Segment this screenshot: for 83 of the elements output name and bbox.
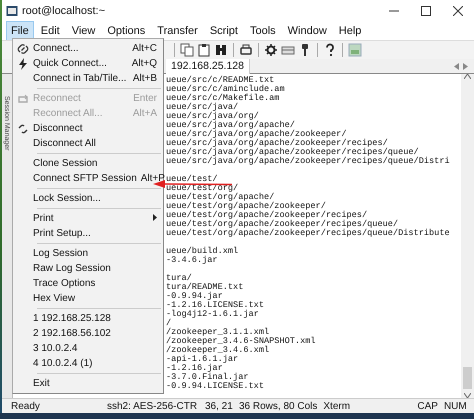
paste-icon[interactable] — [197, 43, 211, 57]
menu-item[interactable]: Help — [334, 20, 366, 42]
status-text: Ready — [10, 400, 41, 414]
close-icon[interactable] — [453, 6, 463, 16]
menu-item[interactable]: Options — [102, 20, 150, 42]
terminal-line: ueue/src/c/Makefile.am — [166, 94, 280, 103]
scrollbar-thumb[interactable] — [463, 367, 472, 389]
scroll-down-icon[interactable] — [464, 393, 471, 398]
terminal-line: ueue/src/java/org/apache/ — [166, 121, 295, 130]
menu-option[interactable]: 3 10.0.2.4 — [13, 341, 163, 356]
terminal-line: /zookeeper_3.4.6-SNAPSHOT.xml — [166, 337, 316, 346]
broken-link-icon — [17, 122, 29, 134]
menu-option[interactable]: 1 192.168.25.128 — [13, 311, 163, 326]
terminal-line: ueue/test/org/apache/ — [166, 193, 274, 202]
copy-icon[interactable] — [180, 43, 194, 57]
status-text: 36 Rows, 80 Cols — [238, 400, 318, 414]
terminal-line: /zookeeper_3.1.1.xml — [166, 328, 270, 337]
menu-option[interactable]: 4 10.0.2.4 (1) — [13, 356, 163, 371]
app-icon — [6, 5, 18, 17]
terminal-line: ueue/test/org/apache/zookeeper/ — [166, 202, 326, 211]
terminal-line: -0.9.94.LICENSE.txt — [166, 382, 264, 391]
menu-item[interactable]: Window — [282, 20, 332, 42]
terminal-line: ueue/test/org/apache/zookeeper/recipes/queue/Distribute — [166, 229, 450, 238]
maximize-icon[interactable] — [421, 6, 431, 16]
terminal-line: ueue/src/java/org/apache/zookeeper/recipes/queue/Distri — [166, 157, 450, 166]
menu-option[interactable]: Hex View — [13, 291, 163, 306]
terminal-line: tura/ — [166, 274, 192, 283]
terminal-line: ueue/test/ — [166, 175, 218, 184]
menu-option[interactable]: Log Session — [13, 246, 163, 261]
terminal-line: ueue/test/org/ — [166, 184, 238, 193]
terminal-line: -1.2.16.LICENSE.txt — [166, 301, 264, 310]
menu-option[interactable]: 2 192.168.56.102 — [13, 326, 163, 341]
window-title: root@localhost:~ — [22, 4, 106, 19]
terminal-line: ueue/test/org/apache/zookeeper/recipes/ — [166, 211, 368, 220]
menu-option[interactable]: Exit — [13, 376, 163, 391]
terminal-line: tura/README.txt — [166, 283, 244, 292]
terminal-line: -3.7.0.Final.jar — [166, 373, 249, 382]
menu-item[interactable]: Transfer — [152, 20, 203, 42]
terminal-line: ueue/src/c/aminclude.am — [166, 85, 285, 94]
terminal-line: ueue/src/c/README.txt — [166, 76, 274, 85]
terminal-line: ueue/src/java/org/ — [166, 112, 259, 121]
terminal-line: ueue/src/java/org/apache/zookeeper/recipes/queue/ — [166, 148, 419, 157]
scroll-left-icon[interactable] — [454, 62, 459, 70]
menu-option[interactable]: Trace Options — [13, 276, 163, 291]
terminal-line: -log4j12-1.6.1.jar — [166, 310, 259, 319]
menu-item[interactable]: View — [66, 20, 100, 42]
menu-item[interactable]: Script — [204, 20, 243, 42]
menu-option[interactable]: Lock Session... — [13, 191, 163, 206]
print-icon[interactable] — [239, 43, 253, 57]
menu-option[interactable]: Connect in Tab/Tile... Alt+B — [13, 71, 163, 86]
status-text: ssh2: AES-256-CTR — [106, 400, 198, 414]
menu-item[interactable]: Edit — [36, 20, 65, 42]
status-text: 36, 21 — [204, 400, 234, 414]
scroll-up-icon[interactable] — [464, 74, 471, 79]
menu-item[interactable]: Tools — [244, 20, 281, 42]
settings-icon[interactable] — [264, 43, 278, 57]
menu-option[interactable]: Quick Connect... Alt+Q — [13, 56, 163, 71]
terminal-line: ueue/build.xml — [166, 247, 238, 256]
menu-option[interactable]: Disconnect — [13, 121, 163, 136]
terminal-line: / — [166, 319, 172, 328]
menu-option[interactable]: Print — [13, 211, 163, 226]
menu-option[interactable]: Connect SFTP Session Alt+P — [13, 171, 163, 186]
scroll-right-icon[interactable] — [463, 62, 468, 70]
menu-option[interactable]: Print Setup... — [13, 226, 163, 241]
help-icon[interactable] — [323, 43, 337, 57]
terminal-line: -0.9.94.jar — [166, 292, 223, 301]
session-tab[interactable]: 192.168.25.128 — [166, 58, 250, 74]
terminal-line: ueue/test/org/apache/zookeeper/recipes/queue/ — [166, 220, 398, 229]
terminal-line: ueue/src/java/org/apache/zookeeper/ — [166, 130, 346, 139]
menu-option[interactable]: Raw Log Session — [13, 261, 163, 276]
terminal-line: /zookeeper_3.4.6.xml — [166, 346, 270, 355]
terminal-line: -1.2.16.jar — [166, 364, 223, 373]
menu-option[interactable]: Clone Session — [13, 156, 163, 171]
terminal-line: ueue/src/java/org/apache/zookeeper/recipes/ — [166, 139, 388, 148]
terminal-line: -3.4.6.jar — [166, 256, 218, 265]
status-text: CAP — [416, 400, 439, 414]
reconnect-icon — [17, 92, 29, 104]
link-icon — [17, 42, 29, 54]
menu-option[interactable]: Disconnect All — [13, 136, 163, 151]
status-text: NUM — [442, 400, 468, 414]
terminal-line: -api-1.6.1.jar — [166, 355, 238, 364]
status-text: Xterm — [322, 400, 352, 414]
terminal-line: ueue/src/java/ — [166, 103, 238, 112]
